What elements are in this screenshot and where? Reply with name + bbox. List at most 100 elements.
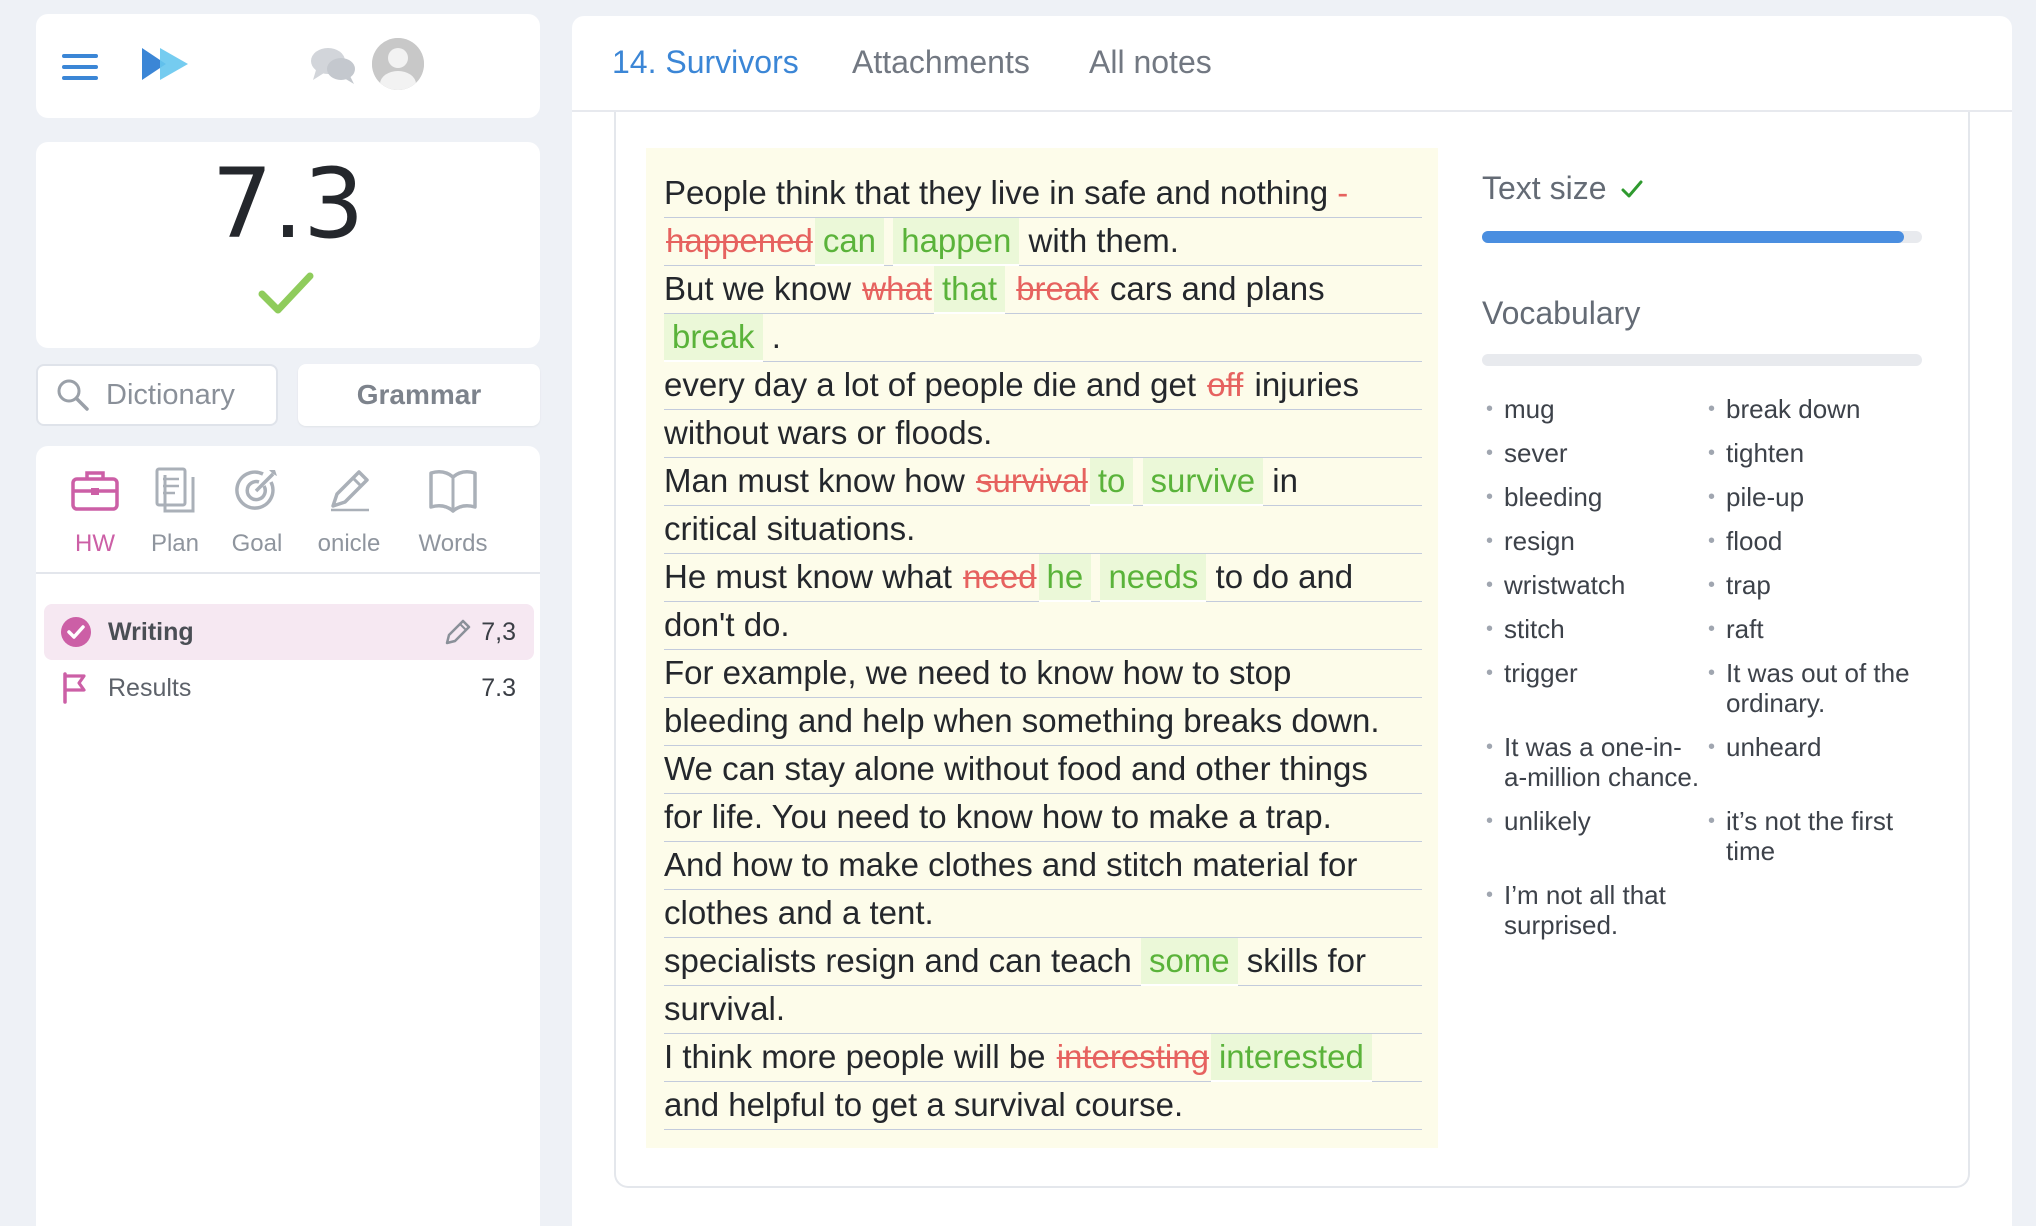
inserted-word: can bbox=[814, 218, 885, 266]
tab-attachments[interactable]: Attachments bbox=[852, 44, 1030, 81]
essay-text-segment: don't do. bbox=[664, 606, 790, 643]
essay-line: People think that they live in safe and … bbox=[664, 170, 1422, 218]
checkmark-icon bbox=[1621, 180, 1643, 197]
essay-line: Man must know how survival to survive in bbox=[664, 458, 1422, 506]
side-panel: Text size Vocabulary mugbreak downsevert… bbox=[1482, 170, 1942, 954]
grammar-button[interactable]: Grammar bbox=[298, 364, 540, 426]
target-icon bbox=[212, 460, 302, 520]
essay-text-segment: without wars or floods. bbox=[664, 414, 993, 451]
vocabulary-item: sever bbox=[1482, 438, 1700, 468]
deleted-word: need bbox=[963, 558, 1037, 595]
tab-lesson[interactable]: 14. Survivors bbox=[612, 44, 799, 81]
essay-line: For example, we need to know how to stop bbox=[664, 650, 1422, 698]
essay-text-segment bbox=[1133, 458, 1142, 504]
menu-icon[interactable] bbox=[62, 54, 98, 80]
inserted-word: that bbox=[933, 266, 1006, 314]
essay-line: for life. You need to know how to make a… bbox=[664, 794, 1422, 842]
essay-line: every day a lot of people die and get of… bbox=[664, 362, 1422, 410]
deleted-word: interesting bbox=[1056, 1038, 1209, 1075]
vocabulary-progress bbox=[1482, 354, 1922, 366]
vocabulary-item: stitch bbox=[1482, 614, 1700, 644]
text-size-slider-fill bbox=[1482, 231, 1905, 243]
deleted-word: off bbox=[1207, 366, 1244, 403]
essay-text-segment: skills for bbox=[1237, 942, 1366, 979]
vocabulary-list: mugbreak downsevertightenbleedingpile-up… bbox=[1482, 394, 1942, 954]
score-card: 7.3 bbox=[36, 142, 540, 348]
vocabulary-item: unlikely bbox=[1482, 806, 1700, 866]
inserted-word: some bbox=[1140, 938, 1238, 986]
overall-score: 7.3 bbox=[211, 148, 365, 260]
vocabulary-item: flood bbox=[1704, 526, 1922, 556]
inserted-word: happen bbox=[893, 218, 1020, 266]
essay-text-segment: cars and plans bbox=[1100, 270, 1334, 307]
vocabulary-item: I’m not all that surprised. bbox=[1482, 880, 1700, 940]
essay-text-segment: injuries bbox=[1245, 366, 1360, 403]
essay-text-segment: with them. bbox=[1019, 222, 1179, 259]
tab-goal[interactable]: Goal bbox=[212, 460, 302, 558]
essay-line: But we know what that break cars and plan… bbox=[664, 266, 1422, 314]
essay-text-segment: to do and bbox=[1206, 558, 1354, 595]
vocabulary-item: mug bbox=[1482, 394, 1700, 424]
essay-text: People think that they live in safe and … bbox=[646, 148, 1438, 1148]
pencil-icon bbox=[304, 460, 394, 520]
inserted-word: to bbox=[1089, 458, 1134, 506]
tab-plan-label: Plan bbox=[150, 530, 200, 557]
briefcase-icon bbox=[50, 460, 140, 520]
essay-line: without wars or floods. bbox=[664, 410, 1422, 458]
essay-text-segment: specialists resign and can teach bbox=[664, 942, 1141, 979]
essay-text-segment: I think more people will be bbox=[664, 1038, 1055, 1075]
vocabulary-item: wristwatch bbox=[1482, 570, 1700, 600]
essay-text-segment: every day a lot of people die and get bbox=[664, 366, 1206, 403]
task-row-writing[interactable]: Writing 7,3 bbox=[44, 604, 534, 660]
task-label-results: Results bbox=[108, 673, 192, 702]
tab-hw-label: HW bbox=[75, 530, 115, 557]
essay-line: break . bbox=[664, 314, 1422, 362]
dictionary-search[interactable]: Dictionary bbox=[36, 364, 278, 426]
essay-text-segment bbox=[1005, 266, 1014, 312]
essay-text-segment: For example, we need to know how to stop bbox=[664, 654, 1292, 691]
vocabulary-item: resign bbox=[1482, 526, 1700, 556]
essay-text-segment: We can stay alone without food and other… bbox=[664, 750, 1368, 787]
essay-line: and helpful to get a survival course. bbox=[664, 1082, 1422, 1130]
tab-onicle-label: onicle bbox=[317, 530, 381, 557]
tab-words[interactable]: Words bbox=[408, 460, 498, 558]
inserted-word: interested bbox=[1210, 1034, 1372, 1082]
essay-text-segment: And how to make clothes and stitch mater… bbox=[664, 846, 1358, 883]
essay-text-segment: survival. bbox=[664, 990, 786, 1027]
avatar[interactable] bbox=[372, 38, 424, 90]
vocabulary-item: bleeding bbox=[1482, 482, 1700, 512]
tab-all-notes[interactable]: All notes bbox=[1089, 44, 1212, 81]
vocabulary-item: break down bbox=[1704, 394, 1922, 424]
essay-line: bleeding and help when something breaks … bbox=[664, 698, 1422, 746]
inserted-word: break bbox=[664, 314, 763, 362]
essay-line: survival. bbox=[664, 986, 1422, 1034]
tab-plan[interactable]: Plan bbox=[130, 460, 220, 558]
check-icon bbox=[258, 270, 314, 321]
text-size-label: Text size bbox=[1482, 170, 1607, 206]
main-panel: 14. Survivors Attachments All notes Peop… bbox=[572, 16, 2012, 1226]
essay-text-segment: Man must know how bbox=[664, 462, 974, 499]
essay-text-segment: He must know what bbox=[664, 558, 962, 595]
inserted-word: he bbox=[1038, 554, 1092, 602]
tab-goal-label: Goal bbox=[231, 530, 283, 557]
essay-text-segment: and helpful to get a survival course. bbox=[664, 1086, 1184, 1123]
essay-text-segment: critical situations. bbox=[664, 510, 916, 547]
document-icon bbox=[130, 460, 220, 520]
tab-onicle[interactable]: onicle bbox=[304, 460, 394, 558]
tab-hw[interactable]: HW bbox=[50, 460, 140, 558]
check-circle-icon bbox=[60, 616, 92, 648]
logo-icon[interactable] bbox=[138, 44, 194, 89]
book-icon bbox=[408, 460, 498, 520]
dictionary-label: Dictionary bbox=[106, 378, 235, 411]
essay-line: happened can happen with them. bbox=[664, 218, 1422, 266]
essay-text-segment: for life. You need to know how to make a… bbox=[664, 798, 1332, 835]
vocabulary-item: pile-up bbox=[1704, 482, 1922, 512]
deleted-word: break bbox=[1016, 270, 1099, 307]
vocabulary-item: raft bbox=[1704, 614, 1922, 644]
chat-icon[interactable] bbox=[308, 44, 358, 93]
vocabulary-item: trap bbox=[1704, 570, 1922, 600]
task-row-results[interactable]: Results 7.3 bbox=[44, 660, 534, 716]
writing-review-box: People think that they live in safe and … bbox=[614, 112, 1970, 1188]
text-size-slider[interactable] bbox=[1482, 231, 1922, 243]
main-tabs: 14. Survivors Attachments All notes bbox=[572, 16, 2012, 112]
